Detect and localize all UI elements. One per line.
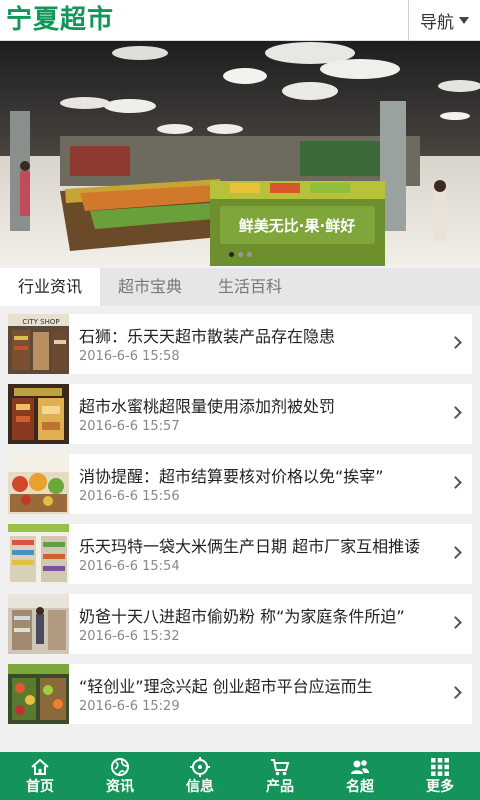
- news-thumbnail: [8, 454, 69, 514]
- bottom-nav-label: 名超: [346, 779, 374, 795]
- chevron-right-icon: [449, 406, 462, 419]
- tab-industry-news[interactable]: 行业资讯: [0, 268, 100, 306]
- header: 宁夏超市 导航: [0, 0, 480, 41]
- news-list: CITY SHOP 石狮：乐天天超市散装产品存在隐患 2016-6-6 15:5…: [8, 314, 472, 734]
- news-thumbnail: [8, 664, 69, 724]
- nav-menu-button[interactable]: 导航: [408, 0, 480, 41]
- news-thumbnail: [8, 594, 69, 654]
- thumb-sign-text: CITY SHOP: [22, 318, 59, 326]
- carousel-dot[interactable]: [228, 252, 234, 257]
- news-item[interactable]: “轻创业”理念兴起 创业超市平台应运而生 2016-6-6 15:29: [8, 664, 472, 724]
- grid-icon: [431, 758, 449, 776]
- users-icon: [351, 760, 369, 774]
- news-title: “轻创业”理念兴起 创业超市平台应运而生: [79, 677, 373, 696]
- target-icon: [190, 757, 210, 777]
- news-title: 乐天玛特一袋大米俩生产日期 超市厂家互相推诿: [79, 537, 421, 556]
- chevron-right-icon: [449, 546, 462, 559]
- news-date: 2016-6-6 15:58: [79, 349, 180, 364]
- category-tabs: 行业资讯 超市宝典 生活百科: [0, 268, 480, 306]
- news-date: 2016-6-6 15:29: [79, 699, 180, 714]
- bottom-nav-news[interactable]: 资讯: [80, 752, 160, 800]
- news-thumbnail: CITY SHOP: [8, 314, 69, 374]
- chevron-right-icon: [449, 336, 462, 349]
- news-title: 超市水蜜桃超限量使用添加剂被处罚: [79, 397, 336, 416]
- news-title: 石狮：乐天天超市散装产品存在隐患: [79, 327, 336, 346]
- news-title: 消协提醒：超市结算要核对价格以免“挨宰”: [79, 467, 384, 486]
- news-item[interactable]: 消协提醒：超市结算要核对价格以免“挨宰” 2016-6-6 15:56: [8, 454, 472, 514]
- news-item[interactable]: 乐天玛特一袋大米俩生产日期 超市厂家互相推诿 2016-6-6 15:54: [8, 524, 472, 584]
- bottom-nav-label: 首页: [26, 779, 54, 795]
- news-thumbnail: [8, 524, 69, 584]
- site-logo[interactable]: 宁夏超市: [6, 3, 114, 37]
- carousel-dot[interactable]: [246, 252, 252, 257]
- bottom-nav-more[interactable]: 更多: [400, 752, 480, 800]
- news-title: 奶爸十天八进超市偷奶粉 称“为家庭条件所迫”: [79, 607, 405, 626]
- bottom-nav-label: 产品: [266, 779, 294, 795]
- bottom-nav-label: 信息: [186, 779, 214, 795]
- chevron-right-icon: [449, 476, 462, 489]
- carousel-dots: [0, 252, 480, 257]
- banner-image: 鲜美无比·果·鲜好: [0, 41, 480, 266]
- news-item[interactable]: CITY SHOP 石狮：乐天天超市散装产品存在隐患 2016-6-6 15:5…: [8, 314, 472, 374]
- chevron-right-icon: [449, 616, 462, 629]
- bottom-nav-label: 更多: [426, 779, 454, 795]
- news-date: 2016-6-6 15:57: [79, 419, 180, 434]
- chevron-right-icon: [449, 686, 462, 699]
- globe-icon: [111, 758, 129, 776]
- news-item[interactable]: 超市水蜜桃超限量使用添加剂被处罚 2016-6-6 15:57: [8, 384, 472, 444]
- banner-carousel[interactable]: 鲜美无比·果·鲜好: [0, 41, 480, 266]
- bottom-nav: 首页 资讯 信息 产品 名超 更多: [0, 752, 480, 800]
- news-thumbnail: [8, 384, 69, 444]
- news-item[interactable]: 奶爸十天八进超市偷奶粉 称“为家庭条件所迫” 2016-6-6 15:32: [8, 594, 472, 654]
- cart-icon: [271, 759, 290, 776]
- bottom-nav-products[interactable]: 产品: [240, 752, 320, 800]
- bottom-nav-home[interactable]: 首页: [0, 752, 80, 800]
- tab-supermarket-guide[interactable]: 超市宝典: [100, 268, 200, 306]
- tab-life-wiki[interactable]: 生活百科: [200, 268, 300, 306]
- news-date: 2016-6-6 15:56: [79, 489, 180, 504]
- bottom-nav-info[interactable]: 信息: [160, 752, 240, 800]
- banner-sign-text: 鲜美无比·果·鲜好: [239, 217, 355, 235]
- carousel-dot[interactable]: [237, 252, 243, 257]
- bottom-nav-famous[interactable]: 名超: [320, 752, 400, 800]
- news-date: 2016-6-6 15:54: [79, 559, 180, 574]
- caret-down-icon: [459, 17, 469, 24]
- nav-menu-label: 导航: [420, 13, 454, 33]
- news-date: 2016-6-6 15:32: [79, 629, 180, 644]
- bottom-nav-label: 资讯: [106, 779, 134, 795]
- home-icon: [31, 758, 49, 775]
